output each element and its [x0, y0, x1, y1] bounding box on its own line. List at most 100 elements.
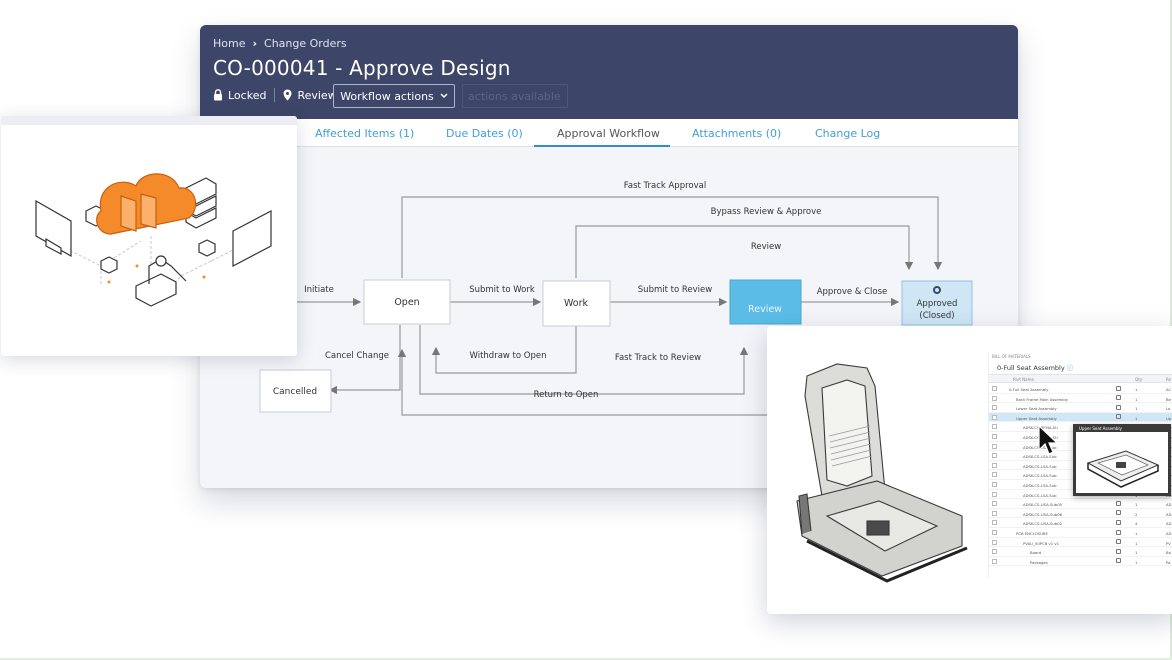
robot-arm-icon: [135, 273, 177, 307]
withdraw-line[interactable]: [431, 325, 577, 374]
header: Home › Change Orders CO-000041 - Approve…: [200, 25, 1018, 119]
tab-approval-workflow[interactable]: Approval Workflow: [557, 127, 660, 140]
card-topbar: [1, 116, 297, 125]
row-checkbox[interactable]: [992, 453, 997, 459]
row-qty: 1: [1135, 396, 1138, 402]
cube-icon: [100, 256, 118, 274]
row-checkbox[interactable]: [992, 395, 997, 401]
chevron-right-icon: ›: [252, 37, 258, 50]
row-checkbox[interactable]: [992, 405, 997, 411]
row-qty: 1: [1135, 540, 1138, 546]
row-checkbox[interactable]: [992, 510, 997, 516]
withdraw-label: Withdraw to Open: [470, 351, 547, 361]
row-rev: Pa: [1166, 559, 1171, 565]
row-rev: Be: [1166, 396, 1171, 402]
table-row[interactable]: Upper Seat Assembly 1 Up: [989, 412, 1172, 423]
row-checkbox[interactable]: [992, 424, 997, 430]
tab-change-log[interactable]: Change Log: [815, 127, 880, 140]
tab-affected-items[interactable]: Affected Items (1): [315, 127, 414, 140]
row-checkbox[interactable]: [992, 443, 997, 449]
row-checkbox[interactable]: [992, 462, 997, 468]
breadcrumb-current[interactable]: Change Orders: [264, 37, 347, 50]
table-row[interactable]: ADSK-CS-USA-Sub06 2 AD: [989, 509, 1172, 519]
row-checkbox[interactable]: [992, 482, 997, 487]
state-cancelled[interactable]: Cancelled: [259, 369, 332, 413]
workflow-actions-button[interactable]: Workflow actions: [333, 84, 455, 108]
table-row[interactable]: Board 1 Bo: [989, 547, 1172, 557]
fast-track-approval-label: Fast Track Approval: [624, 181, 706, 191]
location-pin-icon: [283, 89, 292, 101]
row-qty: 1: [1135, 406, 1138, 412]
tab-due-dates[interactable]: Due Dates (0): [446, 127, 523, 140]
item-type-icon: [1116, 404, 1121, 410]
table-row[interactable]: PCB ENCLOSURE 1 AD: [989, 528, 1172, 538]
bom-card: BILL OF MATERIALS 0-Full Seat Assembly ⓘ…: [767, 326, 1172, 614]
table-row[interactable]: ADSK-CS-USA-Sub05 1 AD: [989, 499, 1172, 509]
column-qty[interactable]: Qty: [1135, 377, 1142, 382]
part-preview-title: Upper Seat Assembly: [1076, 424, 1171, 432]
row-checkbox[interactable]: [992, 434, 997, 439]
state-open[interactable]: Open: [363, 279, 451, 325]
fast-track-approval-line[interactable]: [401, 196, 943, 278]
column-part-name[interactable]: Part Name: [1013, 377, 1034, 382]
column-rev[interactable]: Re: [1166, 377, 1171, 382]
state-open-label: Open: [394, 297, 419, 308]
bom-breadcrumb[interactable]: BILL OF MATERIALS: [992, 354, 1031, 359]
row-qty: 1: [1135, 502, 1138, 508]
row-checkbox[interactable]: [992, 520, 997, 526]
state-review-label: Review: [748, 304, 782, 315]
seat-3d-model[interactable]: [767, 326, 987, 614]
table-row[interactable]: Back Frame Main Assembly 1 Be: [989, 394, 1172, 404]
table-row[interactable]: ADSK-CS-USA-Sub02 4 AD: [989, 518, 1172, 528]
row-checkbox[interactable]: [992, 549, 997, 555]
review-transition-label: Review: [751, 242, 781, 252]
submit-review-label: Submit to Review: [638, 285, 712, 295]
bypass-label: Bypass Review & Approve: [711, 207, 822, 217]
row-checkbox[interactable]: [992, 414, 997, 420]
row-checkbox[interactable]: [992, 530, 997, 535]
tab-attachments[interactable]: Attachments (0): [692, 127, 781, 140]
row-part-name: ADSK-CS-LSA-Sub: [1023, 492, 1057, 498]
initiate-label: Initiate: [304, 285, 334, 295]
breadcrumb-home[interactable]: Home: [213, 37, 245, 50]
bom-title: 0-Full Seat Assembly ⓘ: [997, 362, 1073, 372]
row-qty: 1: [1135, 415, 1138, 421]
table-row[interactable]: Lower Seat Assembly 1 Lo: [989, 403, 1172, 413]
row-checkbox[interactable]: [992, 501, 997, 507]
row-checkbox[interactable]: [992, 386, 997, 391]
table-row[interactable]: Packages 1 Pa: [989, 557, 1172, 567]
row-checkbox[interactable]: [992, 539, 997, 545]
item-type-icon: [1116, 510, 1121, 516]
row-part-name: Packages: [1030, 559, 1048, 565]
state-approved[interactable]: Approved (Closed): [901, 280, 973, 326]
submit-work-label: Submit to Work: [469, 285, 535, 295]
row-rev: PV: [1166, 540, 1171, 546]
state-label: Review: [297, 88, 337, 102]
row-part-name: ADSK-CS-LSA-Sub: [1023, 463, 1057, 469]
row-checkbox[interactable]: [992, 491, 997, 497]
row-rev: Bo: [1166, 550, 1171, 556]
row-qty: 1: [1135, 531, 1138, 536]
fast-track-review-label: Fast Track to Review: [615, 353, 701, 363]
bypass-line[interactable]: [575, 225, 914, 278]
item-type-icon: [1116, 558, 1121, 564]
row-rev: AC: [1166, 387, 1172, 392]
row-checkbox[interactable]: [992, 558, 997, 564]
part-preview-popup: Upper Seat Assembly: [1073, 424, 1171, 496]
table-row[interactable]: PVAU_50PCB v1 v1 1 PV: [989, 538, 1172, 548]
row-part-name: PVAU_50PCB v1 v1: [1023, 540, 1060, 546]
row-part-name: ADSK-CS-USA-Sub06: [1023, 511, 1063, 517]
state-approved-sublabel: (Closed): [919, 311, 954, 321]
info-icon[interactable]: ⓘ: [1067, 364, 1074, 372]
state-work[interactable]: Work: [542, 280, 611, 327]
cube-icon: [198, 239, 216, 257]
state-review[interactable]: Review: [729, 279, 802, 325]
table-row[interactable]: 0-Full Seat Assembly 1 AC: [989, 384, 1172, 394]
approve-close-label: Approve & Close: [817, 287, 888, 297]
active-tab-indicator: [534, 145, 670, 147]
row-checkbox[interactable]: [992, 472, 997, 478]
row-rev: AD: [1166, 531, 1172, 536]
return-open-line[interactable]: [397, 348, 770, 416]
row-part-name: ADSK-CS-USA-Sub02: [1023, 521, 1063, 527]
actions-available-dropdown[interactable]: actions available: [462, 84, 568, 108]
